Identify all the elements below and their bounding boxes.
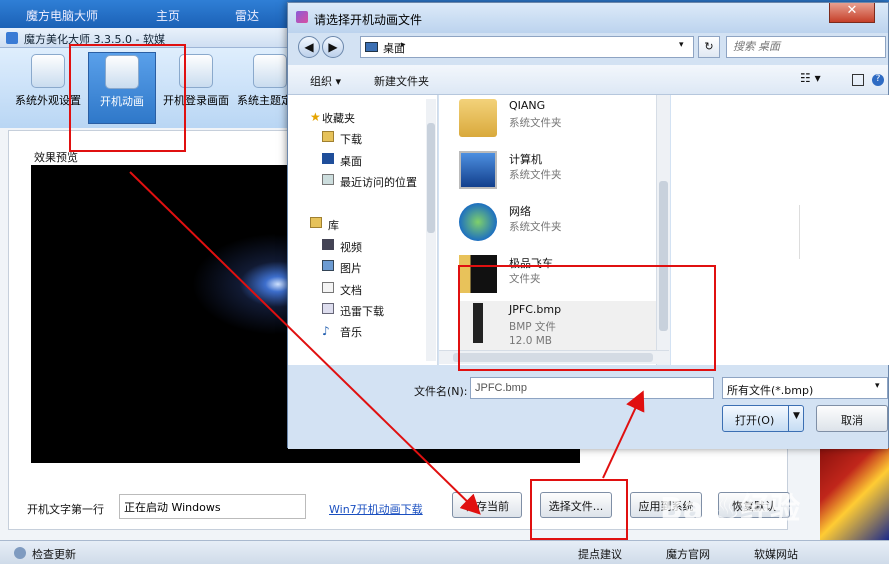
nav-favorites[interactable]: 收藏夹 bbox=[322, 110, 355, 126]
new-folder-button[interactable]: 新建文件夹 bbox=[374, 73, 429, 89]
annotation-box bbox=[530, 479, 628, 540]
update-icon bbox=[14, 547, 26, 559]
star-icon: ★ bbox=[310, 110, 321, 124]
user-folder-icon bbox=[459, 99, 497, 137]
filetype-select[interactable]: 所有文件(*.bmp) ▾ bbox=[722, 377, 888, 399]
filename-input[interactable] bbox=[470, 377, 714, 399]
top-bar-title: 魔方电脑大师 bbox=[26, 9, 99, 23]
list-item[interactable]: 计算机 系统文件夹 bbox=[459, 149, 659, 201]
nav-pictures[interactable]: 图片 bbox=[340, 260, 362, 276]
document-icon bbox=[322, 282, 334, 293]
arrow-right-icon: ▶ bbox=[328, 40, 338, 54]
thunder-download-icon bbox=[322, 303, 334, 314]
computer-icon bbox=[459, 151, 497, 189]
official-site-link[interactable]: 魔方官网 bbox=[666, 546, 710, 562]
annotation-box bbox=[458, 265, 716, 371]
preview-divider bbox=[799, 205, 800, 259]
nav-thunder[interactable]: 迅雷下载 bbox=[340, 303, 384, 319]
save-current-button[interactable]: 保存当前 bbox=[452, 492, 522, 518]
list-item[interactable]: 网络 系统文件夹 bbox=[459, 201, 659, 253]
download-folder-icon bbox=[322, 131, 334, 142]
organize-menu[interactable]: 组织 ▾ bbox=[310, 73, 341, 89]
dialog-title: 请选择开机动画文件 bbox=[314, 13, 423, 27]
boot-text-label: 开机文字第一行 bbox=[27, 503, 104, 516]
dialog-app-icon bbox=[296, 11, 308, 23]
chevron-down-icon[interactable]: ▾ bbox=[679, 40, 684, 50]
desktop-icon bbox=[322, 153, 334, 164]
open-file-dialog: 请选择开机动画文件 ✕ ◀ ▶ 桌面 ▸ ▾ ↻ 组织 ▾ 新建文件夹 ☷ ▾ … bbox=[287, 2, 889, 449]
nav-recent[interactable]: 最近访问的位置 bbox=[340, 174, 417, 190]
nav-documents[interactable]: 文档 bbox=[340, 282, 362, 298]
chevron-down-icon: ▾ bbox=[875, 381, 880, 391]
cancel-button[interactable]: 取消 bbox=[816, 405, 888, 432]
file-type: 系统文件夹 bbox=[509, 221, 562, 233]
nav-library[interactable]: 库 bbox=[328, 217, 339, 233]
desktop-icon bbox=[365, 42, 378, 52]
network-icon bbox=[459, 203, 497, 241]
back-button[interactable]: ◀ bbox=[298, 36, 320, 58]
file-type: 系统文件夹 bbox=[509, 117, 562, 129]
library-icon bbox=[310, 217, 322, 228]
nav-downloads[interactable]: 下载 bbox=[340, 131, 362, 147]
video-icon bbox=[322, 239, 334, 250]
search-input[interactable] bbox=[726, 36, 886, 58]
check-update-link[interactable]: 检查更新 bbox=[32, 546, 76, 562]
preview-pane-icon[interactable] bbox=[852, 74, 864, 86]
dialog-toolbar: 组织 ▾ 新建文件夹 ☷ ▾ ? bbox=[288, 65, 888, 95]
file-name: QIANG bbox=[509, 99, 546, 112]
navigation-row: ◀ ▶ 桌面 ▸ ▾ ↻ bbox=[288, 34, 888, 62]
picture-icon bbox=[322, 260, 334, 271]
tab-home[interactable]: 主页 bbox=[156, 7, 180, 24]
refresh-icon: ↻ bbox=[704, 40, 714, 53]
refresh-button[interactable]: ↻ bbox=[698, 36, 720, 58]
chevron-right-icon: ▸ bbox=[401, 40, 406, 50]
dialog-bottom: 文件名(N): 所有文件(*.bmp) ▾ 打开(O) ▼ 取消 bbox=[288, 365, 888, 449]
filetype-value: 所有文件(*.bmp) bbox=[727, 384, 814, 397]
close-icon: ✕ bbox=[846, 3, 858, 18]
file-type: 系统文件夹 bbox=[509, 169, 562, 181]
nav-desktop[interactable]: 桌面 bbox=[340, 153, 362, 169]
nav-scroll-thumb[interactable] bbox=[427, 123, 435, 233]
help-icon[interactable]: ? bbox=[872, 74, 884, 86]
status-bar: 检查更新 提点建议 魔方官网 软媒网站 bbox=[0, 540, 889, 564]
ruanmei-link[interactable]: 软媒网站 bbox=[754, 546, 798, 562]
download-link[interactable]: Win7开机动画下载 bbox=[329, 501, 423, 517]
forward-button[interactable]: ▶ bbox=[322, 36, 344, 58]
nav-music[interactable]: 音乐 bbox=[340, 324, 362, 340]
watermark-text: Bai♨经验 bbox=[660, 492, 801, 527]
nav-videos[interactable]: 视频 bbox=[340, 239, 362, 255]
recent-places-icon bbox=[322, 174, 334, 185]
suggest-link[interactable]: 提点建议 bbox=[578, 546, 622, 562]
address-bar[interactable]: 桌面 ▸ ▾ bbox=[360, 36, 694, 58]
close-button[interactable]: ✕ bbox=[829, 3, 875, 23]
list-item[interactable]: QIANG 系统文件夹 bbox=[459, 97, 659, 149]
nav-scrollbar[interactable] bbox=[426, 99, 436, 361]
navigation-pane: ★ 收藏夹 下载 桌面 最近访问的位置 库 视频 图片 文档 迅雷下载 ♪ 音乐 bbox=[288, 95, 438, 365]
file-name: 计算机 bbox=[509, 153, 542, 166]
view-options-icon[interactable]: ☷ ▾ bbox=[800, 71, 821, 85]
boot-text-input[interactable] bbox=[119, 494, 306, 519]
annotation-box bbox=[69, 44, 186, 152]
filename-label: 文件名(N): bbox=[414, 385, 468, 398]
arrow-left-icon: ◀ bbox=[304, 40, 314, 54]
app-logo-icon bbox=[6, 32, 18, 44]
music-icon: ♪ bbox=[322, 324, 330, 338]
dialog-title-bar: 请选择开机动画文件 ✕ bbox=[288, 3, 888, 33]
tab-thunder[interactable]: 雷达 bbox=[235, 7, 259, 24]
tshirt-icon bbox=[253, 54, 287, 88]
file-name: 网络 bbox=[509, 205, 531, 218]
open-dropdown-arrow[interactable]: ▼ bbox=[788, 405, 804, 432]
paint-brush-icon bbox=[31, 54, 65, 88]
